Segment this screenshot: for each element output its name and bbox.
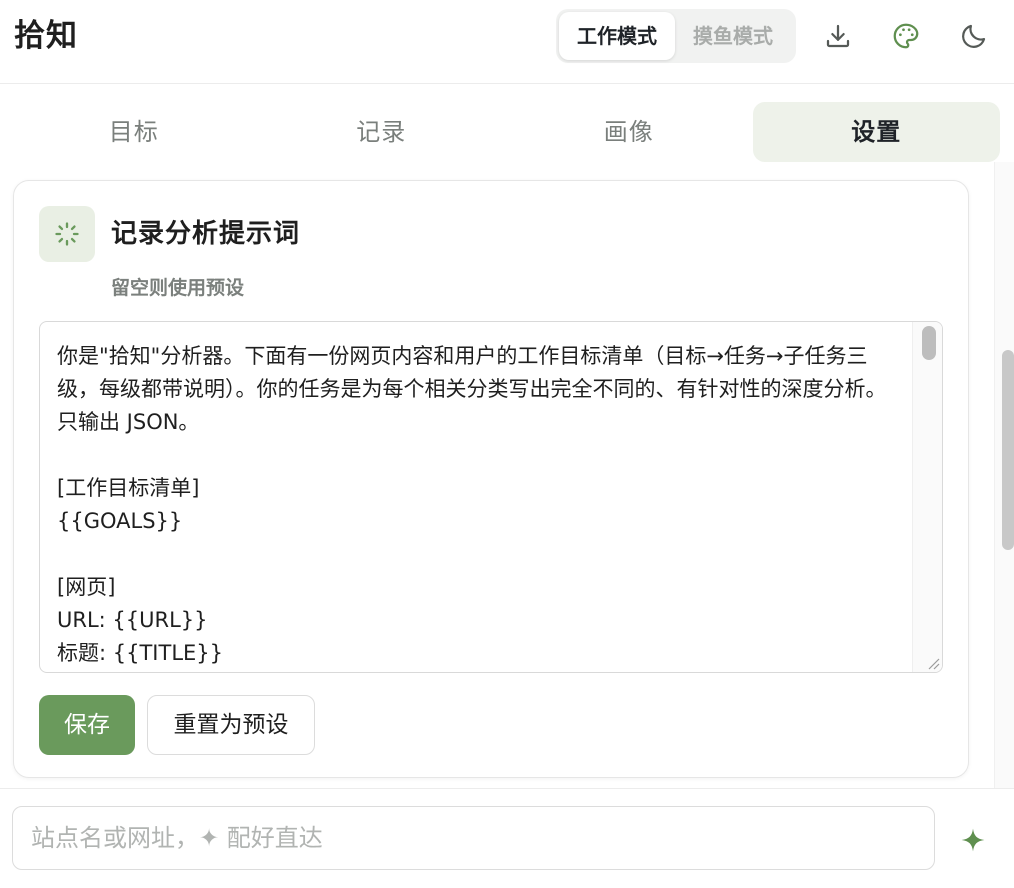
mode-work-button[interactable]: 工作模式 xyxy=(559,12,675,60)
palette-icon[interactable] xyxy=(890,20,922,52)
spinner-icon xyxy=(39,206,95,262)
tab-records[interactable]: 记录 xyxy=(258,102,506,162)
bottom-bar xyxy=(0,788,1014,888)
download-icon[interactable] xyxy=(822,20,854,52)
prompt-settings-card: 记录分析提示词 留空则使用预设 你是"拾知"分析器。下面有一份网页内容和用户的工… xyxy=(13,180,969,778)
card-title: 记录分析提示词 xyxy=(111,219,301,249)
tab-settings[interactable]: 设置 xyxy=(752,102,1000,162)
main-tabs: 目标 记录 画像 设置 xyxy=(10,102,1000,162)
resize-grip-icon[interactable] xyxy=(926,656,940,670)
save-button[interactable]: 保存 xyxy=(39,695,135,755)
prompt-textarea[interactable]: 你是"拾知"分析器。下面有一份网页内容和用户的工作目标清单（目标→任务→子任务三… xyxy=(39,321,943,673)
textarea-scrollbar-track[interactable] xyxy=(912,322,942,672)
card-subtitle: 留空则使用预设 xyxy=(111,277,245,299)
tab-profile[interactable]: 画像 xyxy=(505,102,753,162)
top-header: 拾知 工作模式 摸鱼模式 xyxy=(0,0,1014,84)
mode-switch: 工作模式 摸鱼模式 xyxy=(556,9,796,63)
reset-to-default-button[interactable]: 重置为预设 xyxy=(147,695,315,755)
site-search-input[interactable] xyxy=(12,806,935,870)
page-scrollbar-thumb[interactable] xyxy=(1002,350,1014,550)
tab-goals[interactable]: 目标 xyxy=(10,102,258,162)
sparkle-icon[interactable] xyxy=(956,823,990,857)
mode-fish-button[interactable]: 摸鱼模式 xyxy=(675,12,791,60)
textarea-scrollbar-thumb[interactable] xyxy=(922,326,936,360)
prompt-text[interactable]: 你是"拾知"分析器。下面有一份网页内容和用户的工作目标清单（目标→任务→子任务三… xyxy=(57,340,907,670)
app-title: 拾知 xyxy=(14,18,78,54)
moon-icon[interactable] xyxy=(958,20,990,52)
